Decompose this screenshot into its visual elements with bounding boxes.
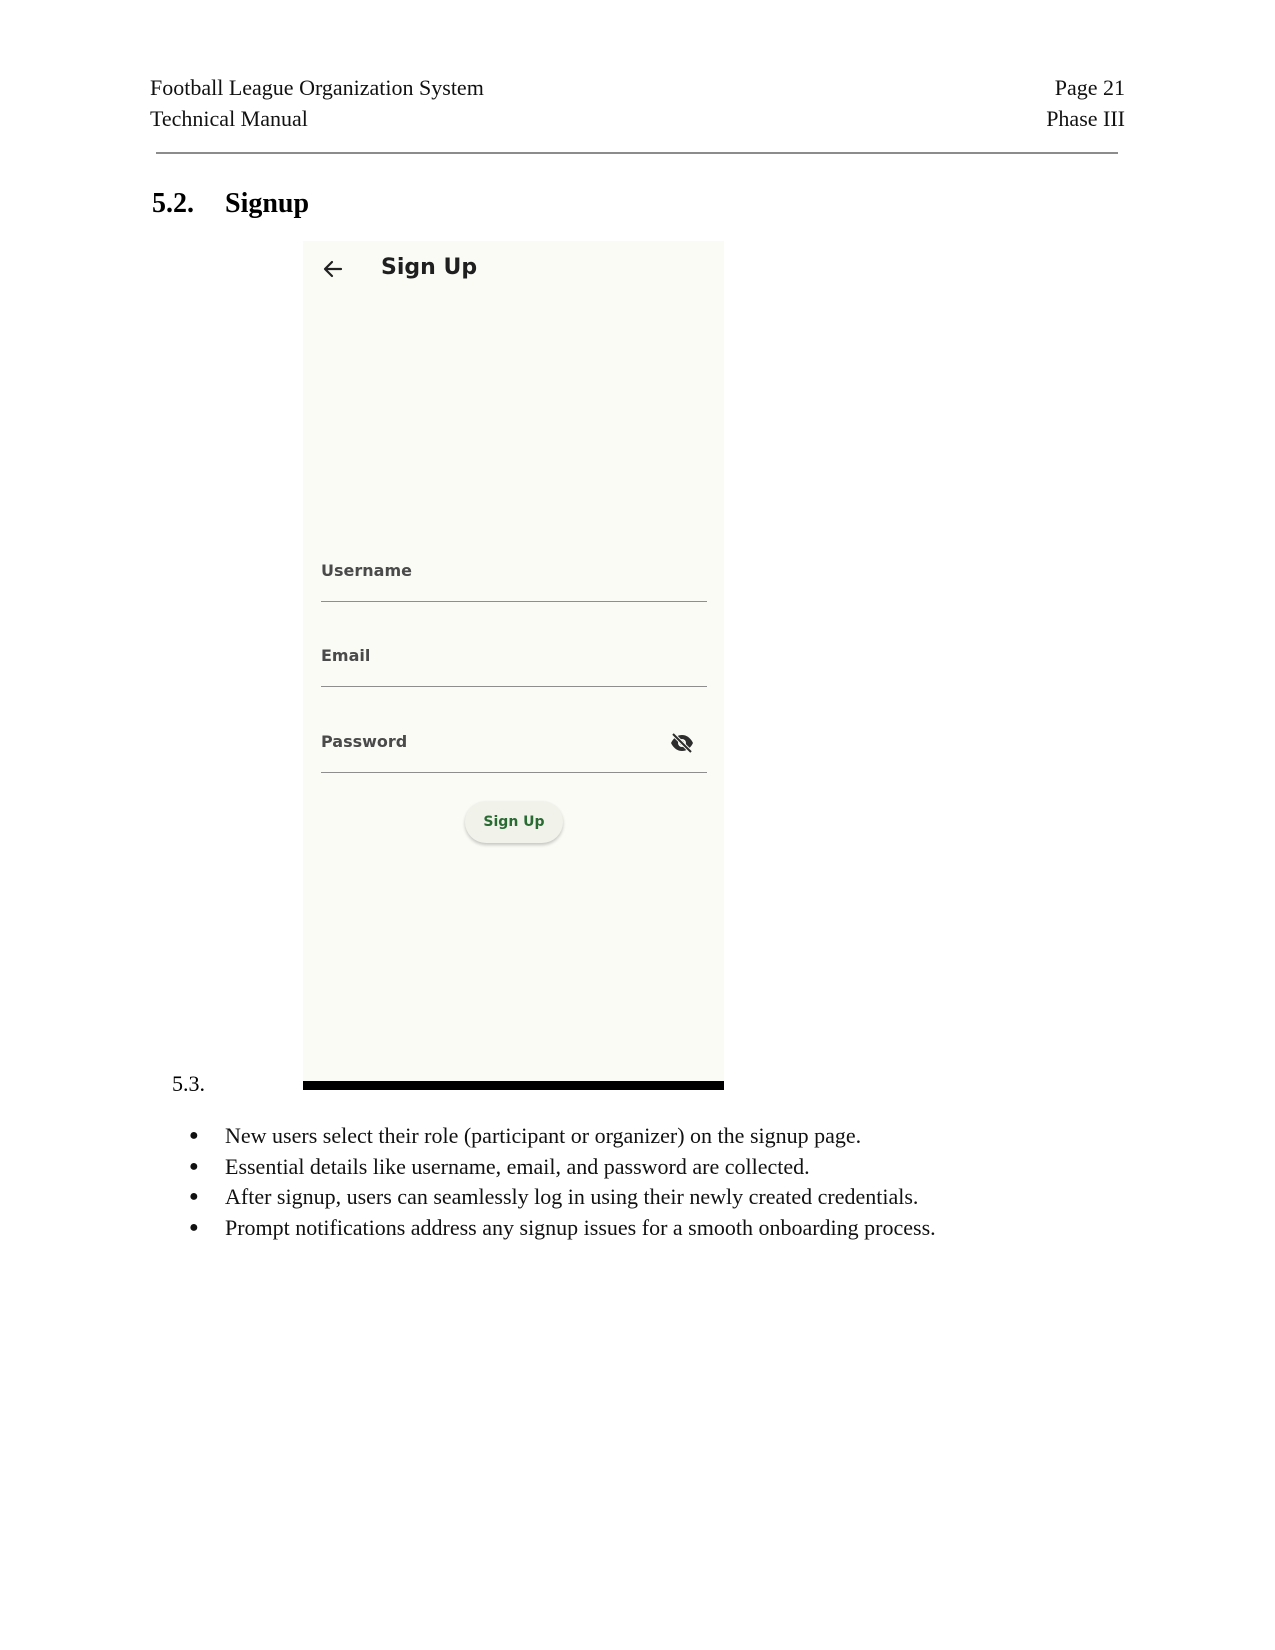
eye-off-icon[interactable] <box>669 732 695 754</box>
document-subtitle: Technical Manual <box>150 106 308 131</box>
section-title: Signup <box>225 188 310 219</box>
password-label: Password <box>321 732 408 751</box>
password-field[interactable]: Password <box>321 726 707 773</box>
username-label: Username <box>321 561 412 580</box>
email-label: Email <box>321 646 371 665</box>
username-field[interactable]: Username <box>321 555 707 602</box>
list-item: ● Prompt notifications address any signup… <box>189 1214 936 1240</box>
app-screenshot: Sign Up Username Email Password Sign Up <box>303 241 724 1090</box>
list-item: ● Essential details like username, email,… <box>189 1153 810 1179</box>
section-heading: 5.2. Signup <box>152 186 309 222</box>
feature-bullet-list: ● New users select their role (participan… <box>180 1121 936 1243</box>
email-field[interactable]: Email <box>321 640 707 687</box>
sign-up-button[interactable]: Sign Up <box>465 801 563 843</box>
section-number: 5.2. <box>152 188 194 219</box>
next-section-number: 5.3. <box>172 1071 205 1096</box>
list-item: ● After signup, users can seamlessly log … <box>189 1184 919 1209</box>
document-title: Football League Organization System <box>150 75 484 100</box>
list-item: ● New users select their role (participan… <box>189 1123 862 1148</box>
header-divider <box>156 152 1118 154</box>
arrow-left-icon[interactable] <box>319 255 347 283</box>
page-number: Page 21 <box>1054 75 1125 100</box>
page-header-left: Football League Organization System Tech… <box>150 73 484 135</box>
screenshot-bottom-border <box>303 1081 724 1090</box>
page-header-right: Page 21 Phase III <box>1046 73 1125 135</box>
phase-label: Phase III <box>1046 106 1125 131</box>
app-bar-title: Sign Up <box>381 255 478 280</box>
